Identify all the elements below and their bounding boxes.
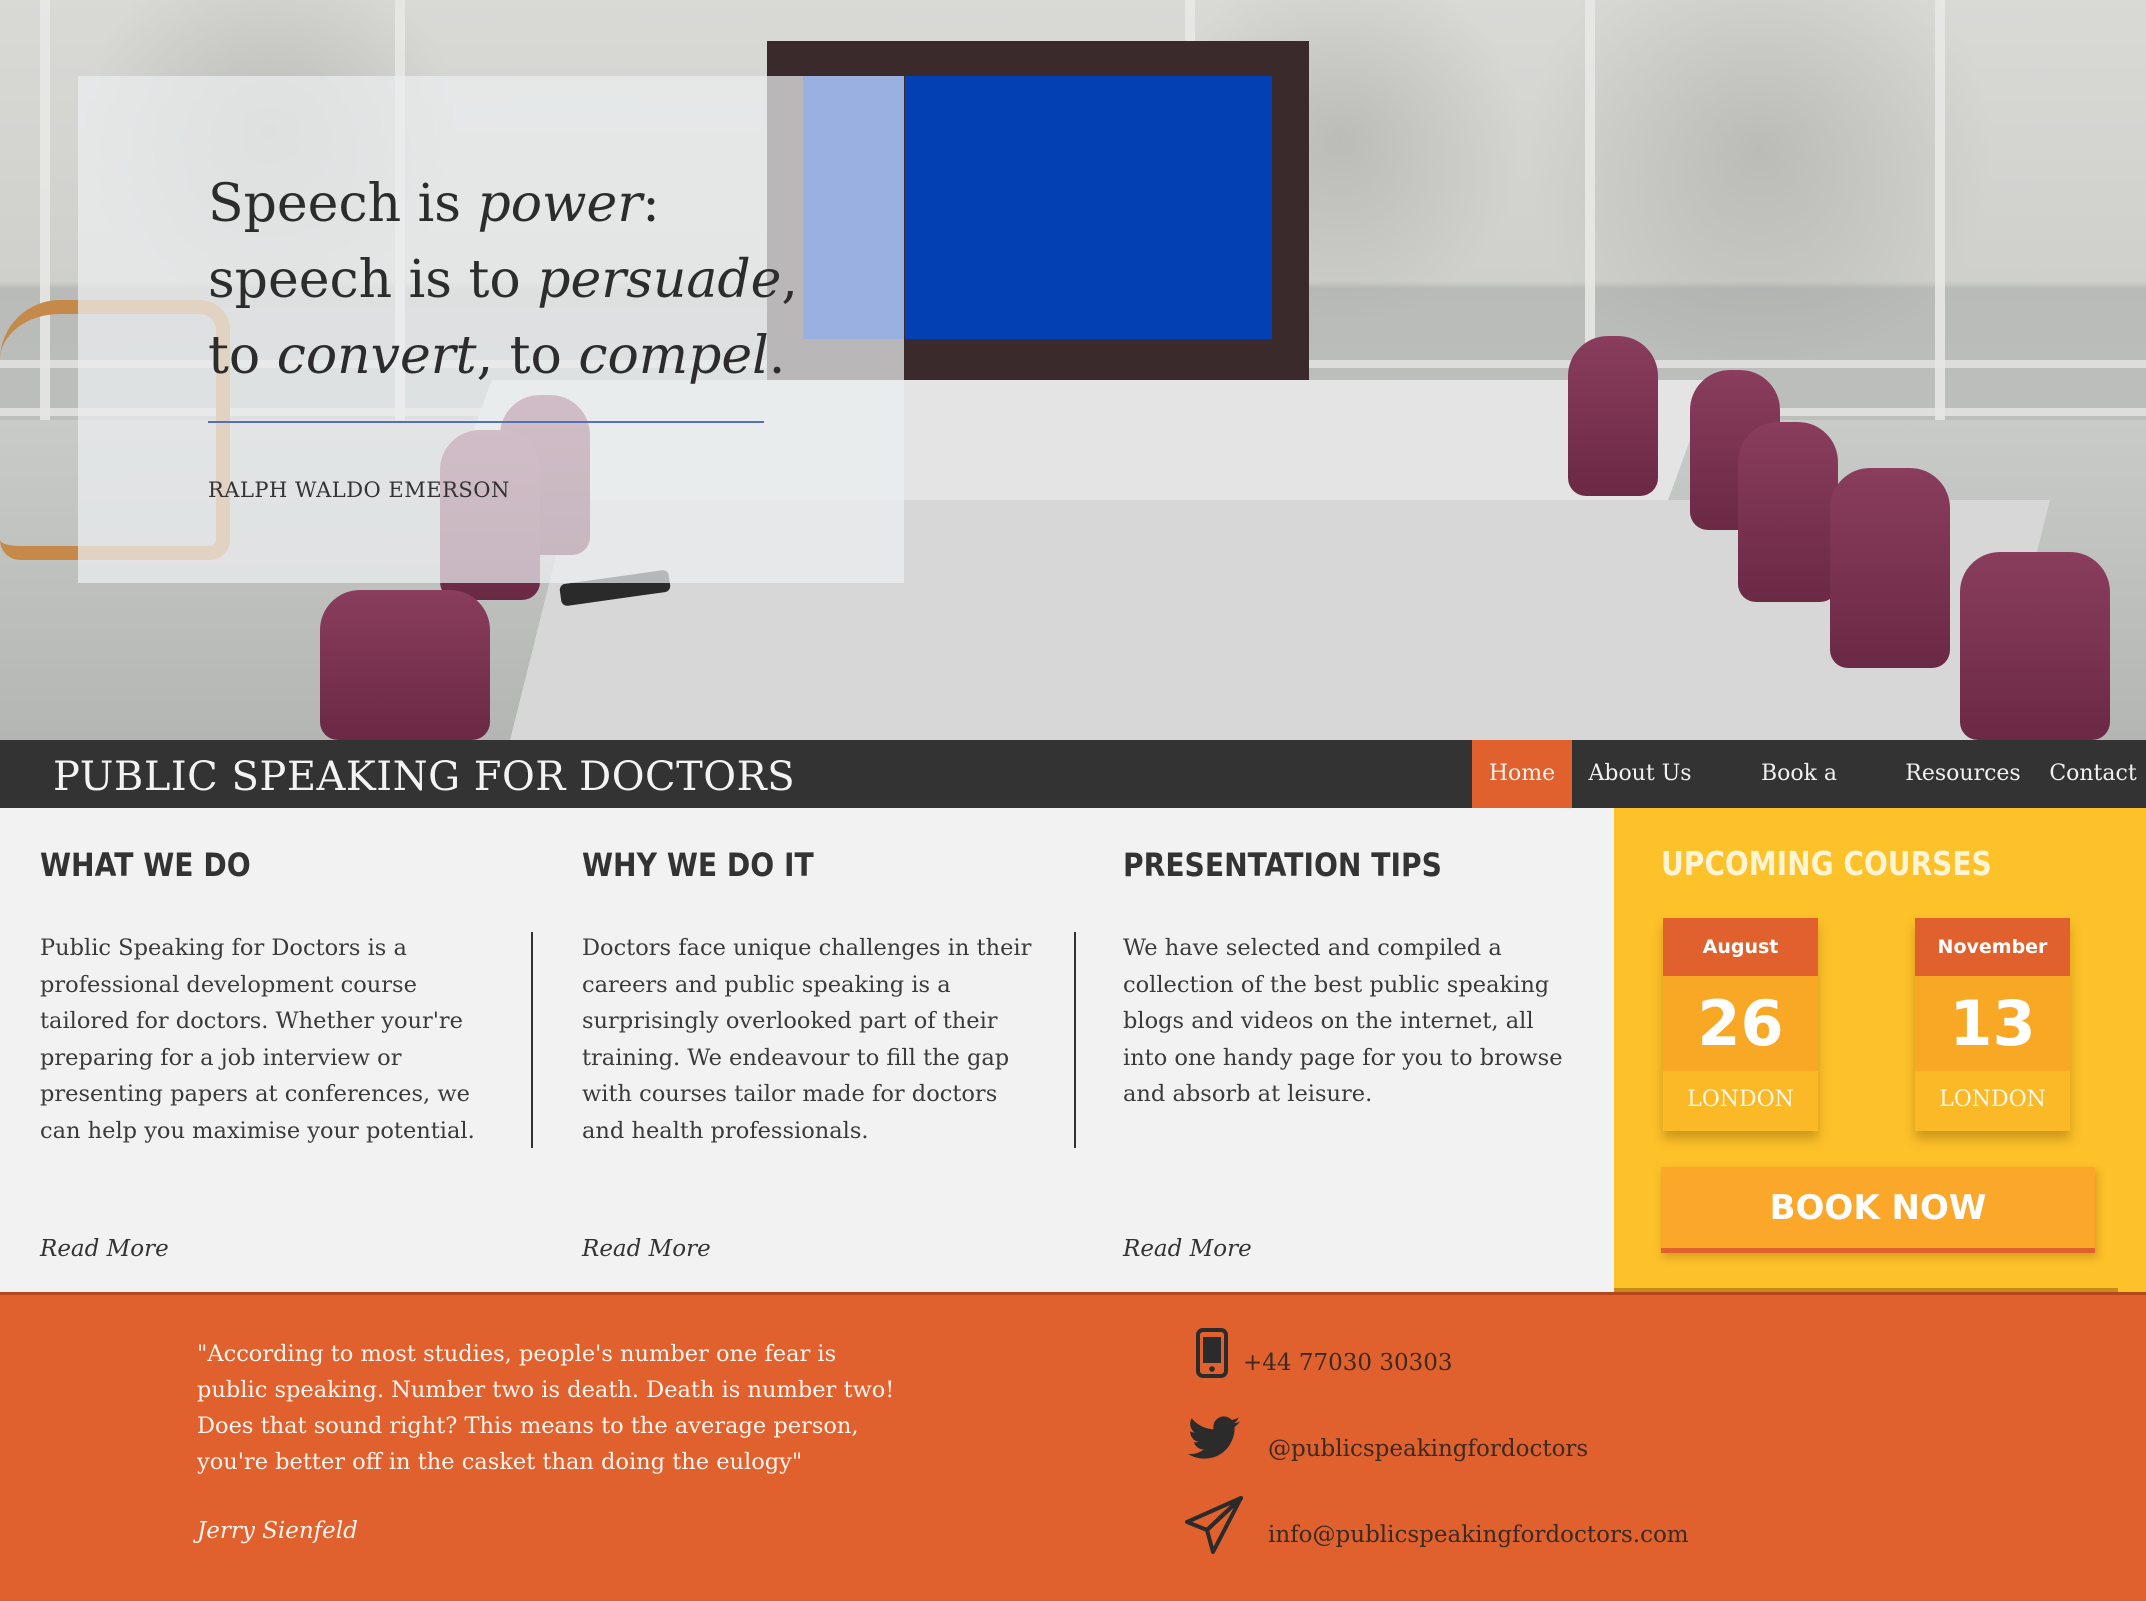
- hero-quote-text: .: [768, 326, 786, 386]
- footer-quote: "According to most studies, people's num…: [197, 1341, 895, 1475]
- column-divider: [1074, 932, 1076, 1148]
- hero-quote-author: RALPH WALDO EMERSON: [208, 478, 510, 502]
- hero-quote-emphasis: persuade: [537, 250, 782, 310]
- book-now-button[interactable]: BOOK NOW: [1661, 1167, 2095, 1253]
- email-address[interactable]: info@publicspeakingfordoctors.com: [1268, 1522, 1689, 1548]
- hero-quote-text: :: [642, 174, 660, 234]
- presentation-tips-heading: PRESENTATION TIPS: [1123, 846, 1442, 884]
- hero-quote-emphasis: power: [477, 174, 643, 234]
- what-we-do-read-more-link[interactable]: Read More: [40, 1236, 169, 1262]
- why-we-do-it-text: Doctors face unique challenges in their …: [582, 935, 1032, 1144]
- quote-divider: [208, 421, 764, 423]
- column-divider: [531, 932, 533, 1148]
- course-month: August: [1663, 918, 1818, 976]
- phone-number[interactable]: +44 77030 30303: [1243, 1350, 1453, 1376]
- nav-home[interactable]: Home: [1472, 740, 1572, 808]
- hero-quote-emphasis: convert: [276, 326, 477, 386]
- why-we-do-it-heading: WHY WE DO IT: [582, 846, 814, 884]
- hero-quote-text: , to: [476, 326, 579, 386]
- hero-quote-text: to: [208, 326, 277, 386]
- footer-quote-author: Jerry Sienfeld: [197, 1518, 358, 1544]
- nav-resources[interactable]: Resources: [1898, 740, 2028, 808]
- hero-banner: Speech is power: speech is to persuade, to…: [0, 0, 2146, 740]
- tv-screen: [905, 76, 1272, 339]
- hero-quote-text: Speech is: [208, 174, 478, 234]
- site-title[interactable]: PUBLIC SPEAKING FOR DOCTORS: [53, 754, 795, 800]
- why-we-do-it-read-more-link[interactable]: Read More: [582, 1236, 711, 1262]
- course-day: 13: [1915, 976, 2070, 1071]
- presentation-tips-read-more-link[interactable]: Read More: [1123, 1236, 1252, 1262]
- hero-quote: Speech is power: speech is to persuade, to…: [208, 166, 828, 394]
- nav-contact[interactable]: Contact: [2040, 740, 2146, 808]
- course-date-card[interactable]: August 26 LONDON: [1663, 918, 1818, 1131]
- paper-plane-icon: [1185, 1496, 1243, 1554]
- hero-quote-text: ,: [781, 250, 798, 310]
- twitter-icon: [1188, 1416, 1240, 1459]
- course-month: November: [1915, 918, 2070, 976]
- presentation-tips-text: We have selected and compiled a collecti…: [1123, 935, 1563, 1107]
- hero-quote-emphasis: compel: [578, 326, 769, 386]
- course-city: LONDON: [1663, 1071, 1818, 1131]
- what-we-do-heading: WHAT WE DO: [40, 846, 251, 884]
- nav-book-a-course[interactable]: Book a Course: [1718, 740, 1880, 854]
- what-we-do-text: Public Speaking for Doctors is a profess…: [40, 935, 475, 1144]
- course-day: 26: [1663, 976, 1818, 1071]
- phone-icon: [1196, 1328, 1228, 1378]
- nav-about-us[interactable]: About Us: [1580, 740, 1700, 808]
- twitter-handle[interactable]: @publicspeakingfordoctors: [1268, 1436, 1588, 1462]
- upcoming-courses-title: UPCOMING COURSES: [1661, 844, 1992, 883]
- hero-quote-text: speech is to: [208, 250, 538, 310]
- course-city: LONDON: [1915, 1071, 2070, 1131]
- course-date-card[interactable]: November 13 LONDON: [1915, 918, 2070, 1131]
